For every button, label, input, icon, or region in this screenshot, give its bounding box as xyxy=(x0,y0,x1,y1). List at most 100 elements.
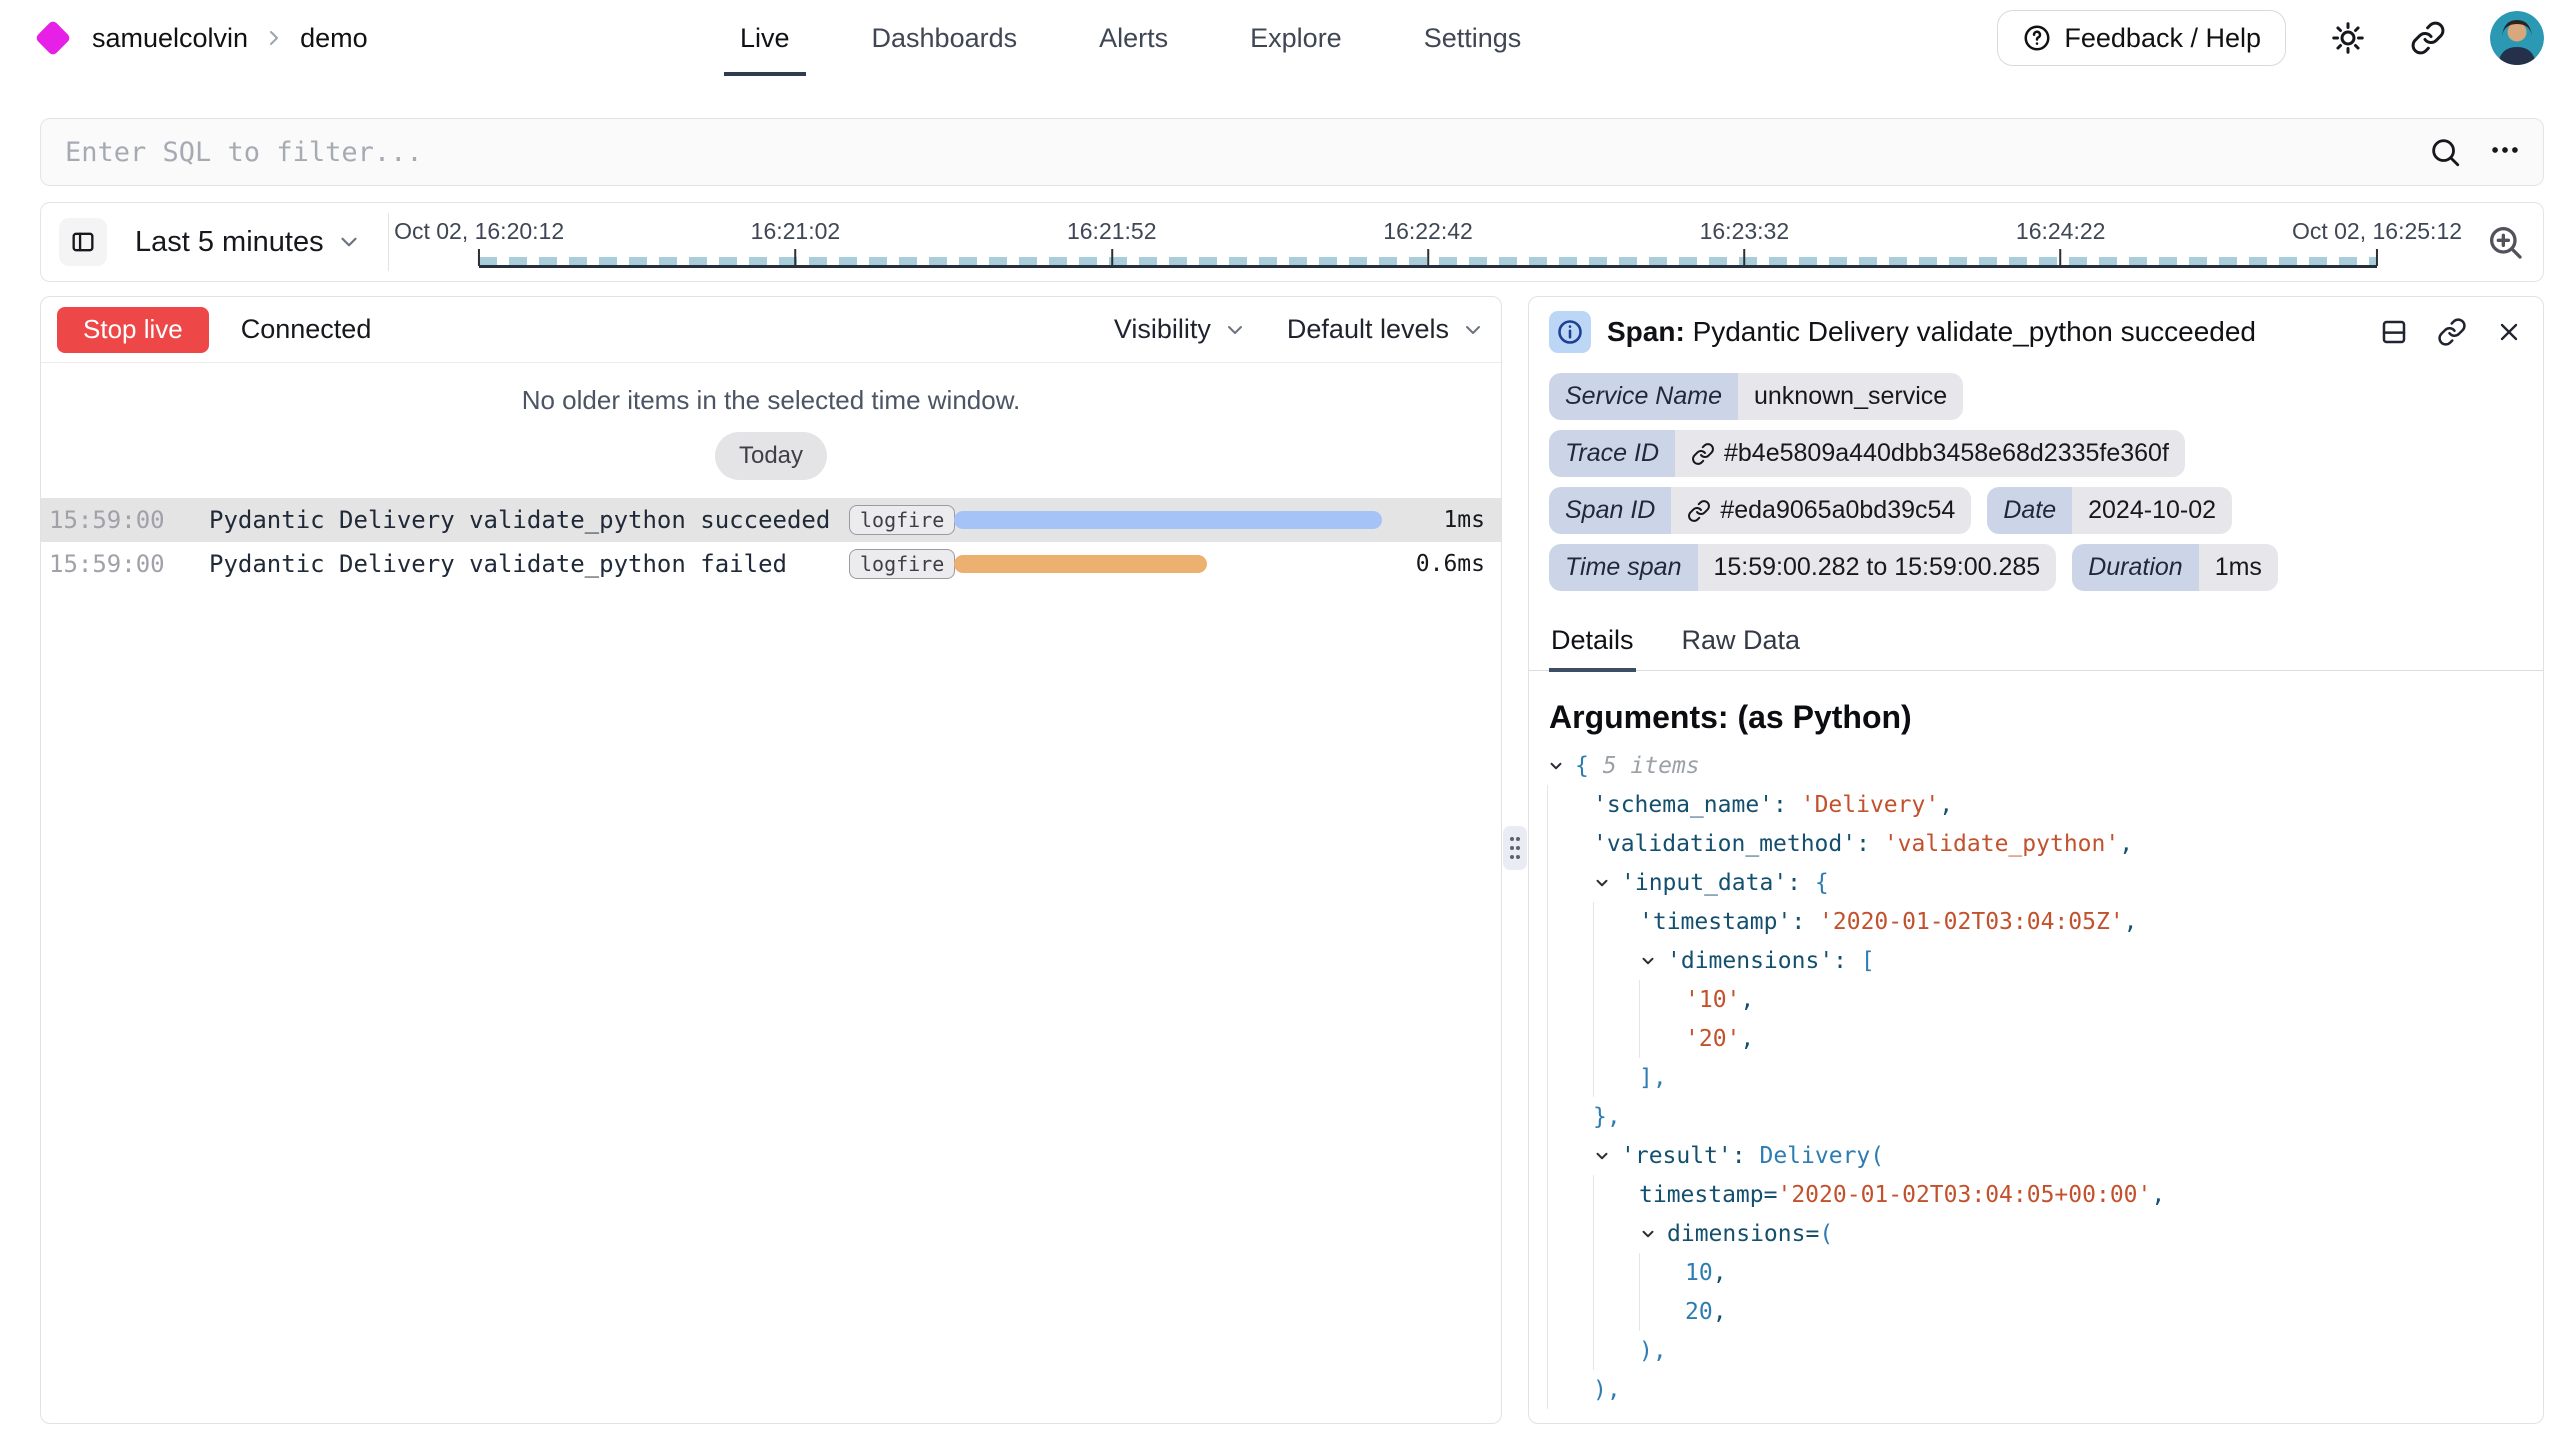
code-line: 'dimensions': [ xyxy=(1547,941,2543,980)
code-token: ], xyxy=(1639,1065,1667,1091)
visibility-dropdown[interactable]: Visibility xyxy=(1114,314,1247,345)
detail-tabs: Details Raw Data xyxy=(1529,615,2543,671)
collapse-arrow-icon[interactable] xyxy=(1639,1225,1667,1243)
code-line: '10', xyxy=(1547,980,2543,1019)
sql-filter-input[interactable] xyxy=(40,118,2544,186)
duration-bar xyxy=(954,511,1382,529)
time-range-selector[interactable]: Last 5 minutes xyxy=(135,226,324,259)
nav-tab-dashboards[interactable]: Dashboards xyxy=(872,0,1018,76)
code-line: 'schema_name': 'Delivery', xyxy=(1547,785,2543,824)
code-line: 20, xyxy=(1547,1292,2543,1331)
tab-raw-data[interactable]: Raw Data xyxy=(1680,615,1803,670)
breadcrumb-org[interactable]: samuelcolvin xyxy=(92,23,248,54)
today-badge[interactable]: Today xyxy=(715,432,827,480)
code-token: 5 items xyxy=(1589,753,1700,779)
collapse-arrow-icon[interactable] xyxy=(1593,874,1621,892)
meta-badge-label: Duration xyxy=(2072,544,2199,591)
arguments-python-tree: { 5 items'schema_name': 'Delivery','vali… xyxy=(1529,746,2543,1409)
code-token: ), xyxy=(1593,1377,1621,1403)
indent-guide xyxy=(1593,1019,1639,1058)
top-nav: samuelcolvin demo Live Dashboards Alerts Ex… xyxy=(0,0,2570,76)
nav-tab-live[interactable]: Live xyxy=(740,0,790,76)
breadcrumb-project[interactable]: demo xyxy=(300,23,368,54)
span-title: Span: Pydantic Delivery validate_python … xyxy=(1607,316,2256,348)
log-row[interactable]: 15:59:00Pydantic Delivery validate_pytho… xyxy=(41,498,1501,542)
close-icon[interactable] xyxy=(2495,318,2523,346)
nav-right: Feedback / Help xyxy=(1997,10,2544,66)
feedback-help-button[interactable]: Feedback / Help xyxy=(1997,10,2286,66)
timeline-tick: Oct 02, 16:25:12 xyxy=(2292,218,2462,266)
code-token: , xyxy=(1713,1260,1727,1286)
code-token: }, xyxy=(1593,1104,1621,1130)
live-feed-panel: Stop live Connected Visibility Default l… xyxy=(40,296,1502,1424)
nav-tab-explore[interactable]: Explore xyxy=(1250,0,1342,76)
code-token: ), xyxy=(1639,1338,1667,1364)
empty-window-message: No older items in the selected time wind… xyxy=(41,385,1501,416)
collapse-arrow-icon[interactable] xyxy=(1547,757,1575,775)
share-link-button[interactable] xyxy=(2410,20,2446,56)
timeline-tick-label: 16:21:02 xyxy=(751,218,841,245)
code-token: 'timestamp' xyxy=(1639,909,1791,935)
timeline-tick: 16:22:42 xyxy=(1383,218,1473,266)
code-token: : xyxy=(1732,1143,1760,1169)
code-token: [ xyxy=(1861,948,1875,974)
duration-label: 0.6ms xyxy=(1401,551,1501,577)
indent-guide xyxy=(1639,980,1685,1019)
nav-tab-settings[interactable]: Settings xyxy=(1424,0,1522,76)
span-title-text: Pydantic Delivery validate_python succee… xyxy=(1693,316,2256,347)
divider xyxy=(388,213,390,271)
collapse-arrow-icon[interactable] xyxy=(1639,952,1667,970)
panel-resize-handle[interactable] xyxy=(1503,826,1527,870)
code-token: { xyxy=(1575,753,1589,779)
chevron-down-icon xyxy=(1223,318,1247,342)
dock-panel-icon[interactable] xyxy=(2379,317,2409,347)
meta-row: Trace ID#b4e5809a440dbb3458e68d2335fe360… xyxy=(1549,430,2523,477)
collapse-arrow-icon[interactable] xyxy=(1593,1147,1621,1165)
indent-guide xyxy=(1547,980,1593,1019)
timeline[interactable]: Oct 02, 16:20:1216:21:0216:21:5216:22:42… xyxy=(399,203,2465,281)
code-token: 10 xyxy=(1685,1260,1713,1286)
code-line: dimensions=( xyxy=(1547,1214,2543,1253)
default-levels-dropdown[interactable]: Default levels xyxy=(1287,314,1485,345)
time-range-bar: Last 5 minutes Oct 02, 16:20:1216:21:021… xyxy=(40,202,2544,282)
theme-toggle-button[interactable] xyxy=(2330,20,2366,56)
more-options-icon[interactable] xyxy=(2488,133,2522,172)
code-token: '10' xyxy=(1685,987,1740,1013)
log-timestamp: 15:59:00 xyxy=(49,506,179,534)
code-token: dimensions= xyxy=(1667,1221,1819,1247)
code-token: : xyxy=(1773,792,1801,818)
code-token: 'input_data' xyxy=(1621,870,1787,896)
tab-details[interactable]: Details xyxy=(1549,615,1636,670)
code-line: { 5 items xyxy=(1547,746,2543,785)
span-metadata: Service Nameunknown_serviceTrace ID#b4e5… xyxy=(1529,367,2543,601)
link-icon[interactable] xyxy=(1687,499,1711,523)
meta-badge-value-text: #eda9065a0bd39c54 xyxy=(1720,496,1955,525)
code-token: 'Delivery' xyxy=(1801,792,1939,818)
indent-guide xyxy=(1593,902,1639,941)
timeline-zoom-in-button[interactable] xyxy=(2485,222,2525,262)
nav-tab-alerts[interactable]: Alerts xyxy=(1099,0,1168,76)
search-icon[interactable] xyxy=(2428,135,2462,169)
stop-live-button[interactable]: Stop live xyxy=(57,307,209,353)
code-token: { xyxy=(1815,870,1829,896)
meta-badge-span-id: Span ID#eda9065a0bd39c54 xyxy=(1549,487,1971,534)
link-icon[interactable] xyxy=(2437,317,2467,347)
meta-badge-value: 15:59:00.282 to 15:59:00.285 xyxy=(1698,544,2057,591)
meta-badge-value: 2024-10-02 xyxy=(2072,487,2232,534)
sidebar-toggle-button[interactable] xyxy=(59,218,107,266)
indent-guide xyxy=(1547,1253,1593,1292)
user-avatar[interactable] xyxy=(2490,11,2544,65)
chevron-right-icon xyxy=(262,26,286,50)
link-icon[interactable] xyxy=(1691,442,1715,466)
indent-guide xyxy=(1593,1292,1639,1331)
timeline-tick-mark xyxy=(2376,249,2378,266)
meta-row: Span ID#eda9065a0bd39c54Date2024-10-02 xyxy=(1549,487,2523,534)
meta-badge-value: #b4e5809a440dbb3458e68d2335fe360f xyxy=(1675,430,2185,477)
logfire-logo-icon[interactable] xyxy=(35,20,72,57)
meta-badge-value: #eda9065a0bd39c54 xyxy=(1671,487,1971,534)
timeline-tick: 16:21:02 xyxy=(751,218,841,266)
log-timestamp: 15:59:00 xyxy=(49,550,179,578)
timeline-tick-mark xyxy=(1111,249,1113,266)
log-row[interactable]: 15:59:00Pydantic Delivery validate_pytho… xyxy=(41,542,1501,586)
indent-guide xyxy=(1547,863,1593,902)
